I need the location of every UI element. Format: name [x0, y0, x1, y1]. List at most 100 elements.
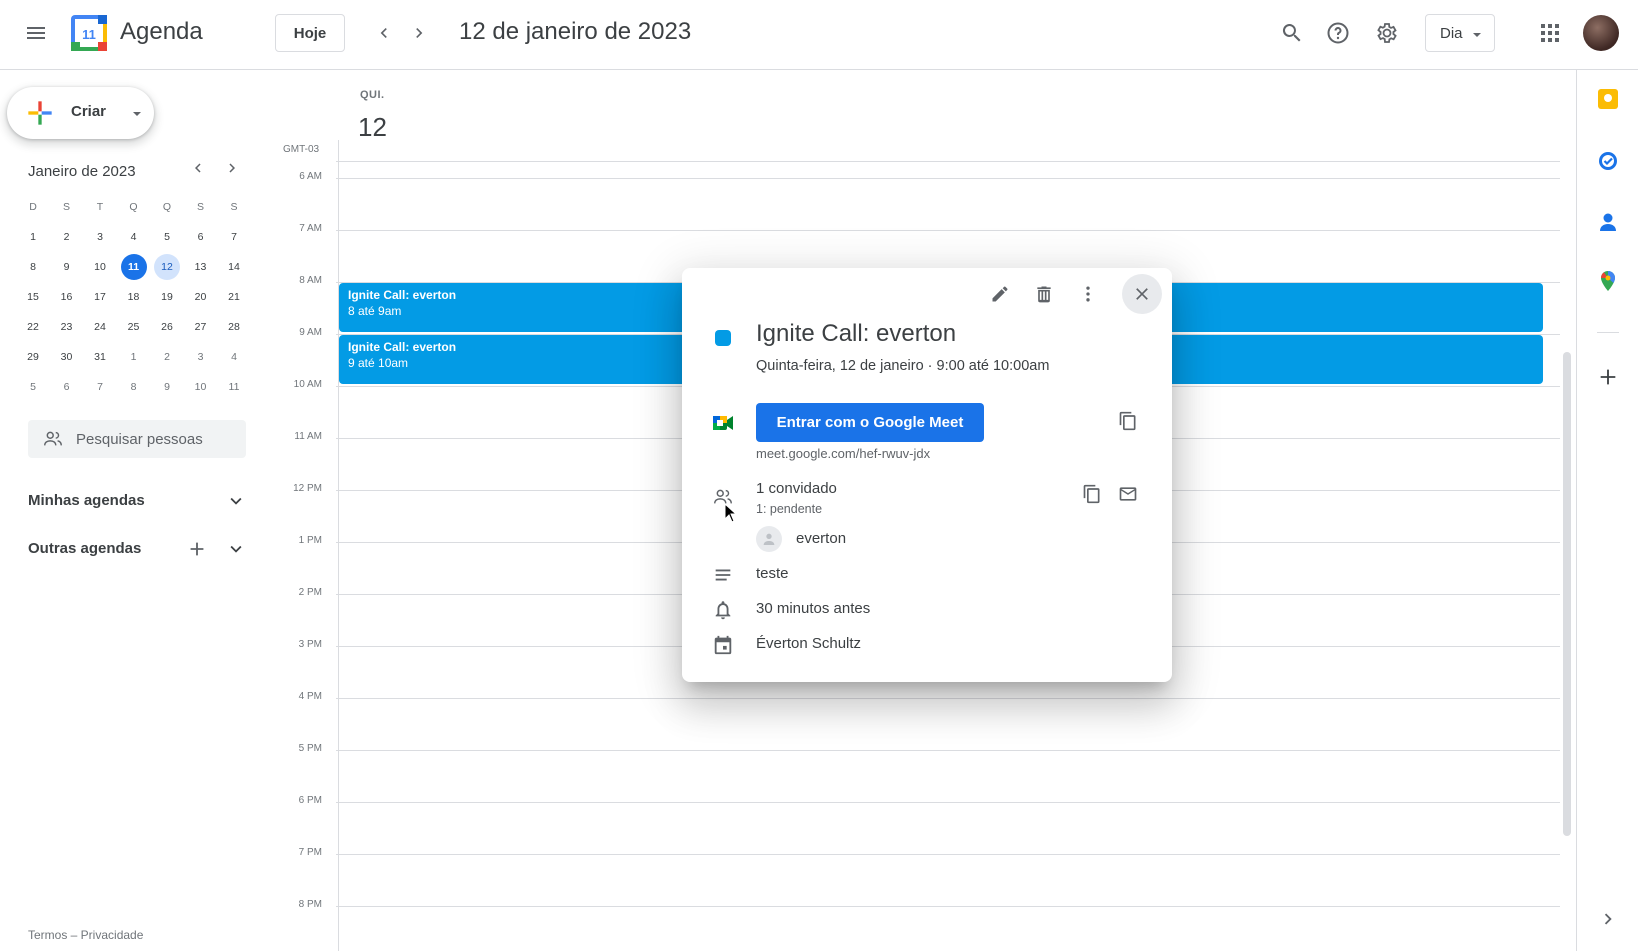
expand-my-calendars-icon[interactable]: [225, 490, 247, 512]
join-meet-button[interactable]: Entrar com o Google Meet: [756, 403, 984, 442]
calendar-icon: [712, 634, 734, 656]
hour-gridline: [336, 854, 1560, 855]
mini-day-cell[interactable]: 9: [152, 375, 182, 399]
maps-icon[interactable]: [1597, 270, 1619, 292]
my-calendars-title[interactable]: Minhas agendas: [28, 492, 145, 509]
other-calendars-title[interactable]: Outras agendas: [28, 540, 141, 557]
mini-day-cell[interactable]: 3: [186, 345, 216, 369]
mini-day-cell[interactable]: 6: [186, 225, 216, 249]
mini-day-cell[interactable]: 1: [119, 345, 149, 369]
mini-day-cell[interactable]: 11: [119, 254, 149, 280]
apps-button[interactable]: [1530, 13, 1570, 53]
keep-icon[interactable]: [1597, 88, 1619, 110]
popup-event-title: Ignite Call: everton: [756, 320, 957, 347]
mini-day-cell[interactable]: 5: [18, 375, 48, 399]
mini-day-number: 30: [60, 351, 73, 363]
mini-day-cell[interactable]: 8: [119, 375, 149, 399]
add-addon-icon[interactable]: [1597, 366, 1619, 388]
email-guests-button[interactable]: [1108, 474, 1148, 514]
mini-day-cell[interactable]: 3: [85, 225, 115, 249]
mini-day-cell[interactable]: 7: [219, 225, 249, 249]
mini-day-cell[interactable]: 7: [85, 375, 115, 399]
copy-guests-button[interactable]: [1072, 474, 1112, 514]
mini-day-cell[interactable]: 16: [52, 285, 82, 309]
tasks-icon[interactable]: [1597, 150, 1619, 172]
meet-link[interactable]: meet.google.com/hef-rwuv-jdx: [756, 446, 930, 461]
chevron-right-icon: [229, 163, 235, 173]
mini-day-cell[interactable]: 17: [85, 285, 115, 309]
mini-next-month-button[interactable]: [218, 154, 246, 182]
mini-day-cell[interactable]: 27: [186, 315, 216, 339]
app-title: Agenda: [120, 18, 203, 45]
search-people-placeholder: Pesquisar pessoas: [76, 430, 203, 448]
mini-day-cell[interactable]: 19: [152, 285, 182, 309]
mini-day-cell[interactable]: 14: [219, 255, 249, 279]
mini-day-number: 5: [30, 381, 36, 393]
search-people-input[interactable]: Pesquisar pessoas: [28, 420, 246, 458]
mini-day-cell[interactable]: 13: [186, 255, 216, 279]
delete-event-button[interactable]: [1024, 274, 1064, 314]
avatar[interactable]: [1583, 15, 1619, 51]
settings-button[interactable]: [1367, 13, 1407, 53]
mini-day-cell[interactable]: 6: [52, 375, 82, 399]
mini-day-cell[interactable]: 18: [119, 285, 149, 309]
chevron-right-icon: [416, 28, 423, 38]
contacts-icon[interactable]: [1597, 211, 1619, 233]
mini-day-number: 16: [60, 291, 73, 303]
mini-day-cell[interactable]: 26: [152, 315, 182, 339]
copy-meet-link-button[interactable]: [1108, 401, 1148, 441]
copy-icon: [1119, 411, 1136, 431]
today-button[interactable]: Hoje: [275, 14, 345, 52]
mini-day-cell[interactable]: 25: [119, 315, 149, 339]
mini-prev-month-button[interactable]: [184, 154, 212, 182]
mini-day-number: 5: [164, 231, 170, 243]
mini-day-cell[interactable]: 15: [18, 285, 48, 309]
help-button[interactable]: [1318, 13, 1358, 53]
view-selector[interactable]: Dia: [1425, 14, 1495, 52]
expand-other-calendars-icon[interactable]: [225, 538, 247, 560]
close-popup-button[interactable]: [1122, 274, 1162, 314]
mini-day-cell[interactable]: 23: [52, 315, 82, 339]
mini-day-cell[interactable]: 4: [119, 225, 149, 249]
mini-day-cell[interactable]: 10: [186, 375, 216, 399]
people-icon: [44, 431, 62, 446]
add-calendar-icon[interactable]: [186, 538, 208, 560]
mini-day-cell[interactable]: 9: [52, 255, 82, 279]
mini-day-cell[interactable]: 4: [219, 345, 249, 369]
mini-day-cell[interactable]: 20: [186, 285, 216, 309]
mini-day-cell[interactable]: 21: [219, 285, 249, 309]
expand-panel-icon[interactable]: [1597, 908, 1619, 930]
mini-day-cell[interactable]: 12: [152, 254, 182, 280]
mini-day-cell[interactable]: 10: [85, 255, 115, 279]
mini-day-cell[interactable]: 30: [52, 345, 82, 369]
edit-event-button[interactable]: [980, 274, 1020, 314]
more-options-button[interactable]: [1068, 274, 1108, 314]
mini-day-cell[interactable]: 8: [18, 255, 48, 279]
mini-day-number: 3: [197, 351, 204, 363]
mini-day-cell[interactable]: 22: [18, 315, 48, 339]
mini-day-number: 15: [27, 291, 39, 303]
hour-gridline: [336, 906, 1560, 907]
mini-day-number: 3: [97, 231, 103, 243]
day-number[interactable]: 12: [358, 112, 387, 143]
mini-day-cell[interactable]: 29: [18, 345, 48, 369]
next-day-button[interactable]: [399, 13, 439, 53]
create-button[interactable]: Criar: [7, 87, 154, 139]
mini-day-cell[interactable]: 24: [85, 315, 115, 339]
dropdown-arrow-icon: [1473, 33, 1481, 37]
mini-day-number: 2: [164, 351, 170, 363]
mini-day-cell[interactable]: 28: [219, 315, 249, 339]
mini-day-cell[interactable]: 5: [152, 225, 182, 249]
view-selector-label: Dia: [1440, 24, 1463, 42]
mini-day-cell[interactable]: 2: [52, 225, 82, 249]
mini-day-cell[interactable]: 1: [18, 225, 48, 249]
mini-day-cell[interactable]: 31: [85, 345, 115, 369]
scrollbar[interactable]: [1563, 352, 1571, 836]
footer-links[interactable]: Termos – Privacidade: [28, 928, 143, 942]
mini-day-number: 11: [120, 254, 147, 280]
main-menu-button[interactable]: [16, 13, 56, 53]
previous-day-button[interactable]: [364, 13, 404, 53]
mini-day-cell[interactable]: 2: [152, 345, 182, 369]
search-button[interactable]: [1272, 13, 1312, 53]
mini-day-cell[interactable]: 11: [219, 375, 249, 399]
